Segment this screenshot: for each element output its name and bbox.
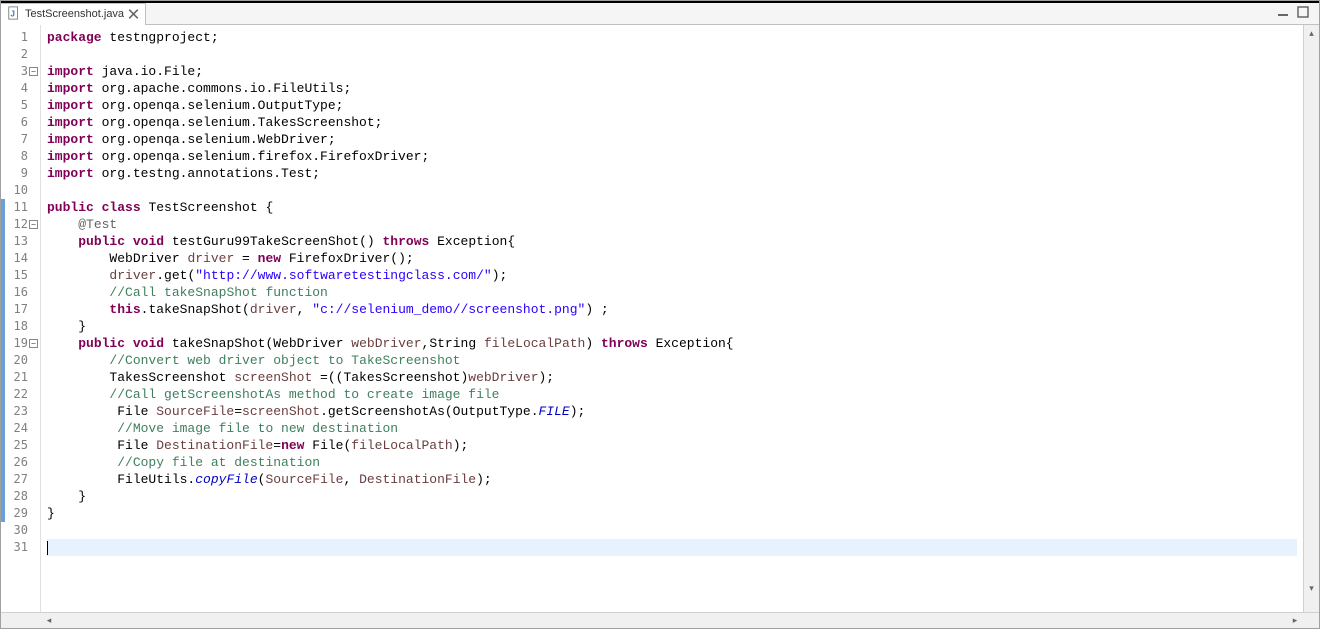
scroll-left-icon[interactable]: ◂ bbox=[41, 613, 57, 629]
code-line[interactable]: //Move image file to new destination bbox=[47, 420, 1297, 437]
code-line[interactable]: import java.io.File; bbox=[47, 63, 1297, 80]
line-number: 19− bbox=[1, 335, 38, 352]
code-line[interactable] bbox=[47, 182, 1297, 199]
horizontal-scrollbar[interactable]: ◂ ▸ bbox=[1, 612, 1319, 628]
code-line[interactable]: import org.openqa.selenium.firefox.Firef… bbox=[47, 148, 1297, 165]
code-line[interactable]: package testngproject; bbox=[47, 29, 1297, 46]
code-line[interactable]: @Test bbox=[47, 216, 1297, 233]
line-number: 30 bbox=[1, 522, 38, 539]
line-number: 9 bbox=[1, 165, 38, 182]
line-number: 15 bbox=[1, 267, 38, 284]
code-line[interactable]: //Call getScreenshotAs method to create … bbox=[47, 386, 1297, 403]
code-line[interactable]: } bbox=[47, 505, 1297, 522]
line-number: 7 bbox=[1, 131, 38, 148]
code-line[interactable] bbox=[47, 539, 1297, 556]
text-cursor bbox=[47, 541, 48, 555]
editor-body: 123−456789101112−13141516171819−20212223… bbox=[1, 25, 1319, 612]
code-line[interactable]: WebDriver driver = new FirefoxDriver(); bbox=[47, 250, 1297, 267]
line-number: 27 bbox=[1, 471, 38, 488]
line-number: 20 bbox=[1, 352, 38, 369]
code-line[interactable]: public void takeSnapShot(WebDriver webDr… bbox=[47, 335, 1297, 352]
code-line[interactable]: public class TestScreenshot { bbox=[47, 199, 1297, 216]
code-line[interactable]: public void testGuru99TakeScreenShot() t… bbox=[47, 233, 1297, 250]
line-number: 21 bbox=[1, 369, 38, 386]
line-number: 17 bbox=[1, 301, 38, 318]
scroll-right-icon[interactable]: ▸ bbox=[1287, 613, 1303, 629]
editor-tab[interactable]: J TestScreenshot.java bbox=[1, 3, 146, 25]
code-line[interactable]: this.takeSnapShot(driver, "c://selenium_… bbox=[47, 301, 1297, 318]
line-number: 24 bbox=[1, 420, 38, 437]
line-number: 4 bbox=[1, 80, 38, 97]
code-line[interactable]: import org.testng.annotations.Test; bbox=[47, 165, 1297, 182]
tab-label: TestScreenshot.java bbox=[25, 8, 124, 20]
scroll-up-icon[interactable]: ▴ bbox=[1304, 25, 1319, 41]
line-number: 29 bbox=[1, 505, 38, 522]
close-icon[interactable] bbox=[128, 9, 139, 20]
line-number: 13 bbox=[1, 233, 38, 250]
code-line[interactable]: //Call takeSnapShot function bbox=[47, 284, 1297, 301]
code-line[interactable]: FileUtils.copyFile(SourceFile, Destinati… bbox=[47, 471, 1297, 488]
code-line[interactable]: import org.apache.commons.io.FileUtils; bbox=[47, 80, 1297, 97]
code-line[interactable]: import org.openqa.selenium.OutputType; bbox=[47, 97, 1297, 114]
line-number: 10 bbox=[1, 182, 38, 199]
line-number: 23 bbox=[1, 403, 38, 420]
tab-bar: J TestScreenshot.java bbox=[1, 3, 1319, 25]
line-number: 16 bbox=[1, 284, 38, 301]
line-number: 6 bbox=[1, 114, 38, 131]
code-line[interactable]: } bbox=[47, 488, 1297, 505]
fold-toggle-icon[interactable]: − bbox=[29, 339, 38, 348]
code-line[interactable]: TakesScreenshot screenShot =((TakesScree… bbox=[47, 369, 1297, 386]
line-number: 22 bbox=[1, 386, 38, 403]
maximize-icon[interactable] bbox=[1297, 6, 1309, 21]
code-line[interactable]: } bbox=[47, 318, 1297, 335]
svg-text:J: J bbox=[11, 9, 15, 18]
line-number-gutter[interactable]: 123−456789101112−13141516171819−20212223… bbox=[1, 25, 41, 612]
line-number: 28 bbox=[1, 488, 38, 505]
code-line[interactable]: File DestinationFile=new File(fileLocalP… bbox=[47, 437, 1297, 454]
line-number: 5 bbox=[1, 97, 38, 114]
fold-toggle-icon[interactable]: − bbox=[29, 67, 38, 76]
code-line[interactable]: driver.get("http://www.softwaretestingcl… bbox=[47, 267, 1297, 284]
code-line[interactable]: //Convert web driver object to TakeScree… bbox=[47, 352, 1297, 369]
line-number: 3− bbox=[1, 63, 38, 80]
code-area[interactable]: package testngproject; import java.io.Fil… bbox=[41, 25, 1303, 612]
line-number: 11 bbox=[1, 199, 38, 216]
vertical-scrollbar[interactable]: ▴ ▾ bbox=[1303, 25, 1319, 612]
line-number: 8 bbox=[1, 148, 38, 165]
line-number: 25 bbox=[1, 437, 38, 454]
code-line[interactable]: import org.openqa.selenium.WebDriver; bbox=[47, 131, 1297, 148]
code-line[interactable]: File SourceFile=screenShot.getScreenshot… bbox=[47, 403, 1297, 420]
line-number: 14 bbox=[1, 250, 38, 267]
scroll-down-icon[interactable]: ▾ bbox=[1304, 580, 1319, 596]
minimize-icon[interactable] bbox=[1277, 6, 1289, 21]
code-line[interactable]: //Copy file at destination bbox=[47, 454, 1297, 471]
line-number: 31 bbox=[1, 539, 38, 556]
line-number: 12− bbox=[1, 216, 38, 233]
line-number: 18 bbox=[1, 318, 38, 335]
line-number: 1 bbox=[1, 29, 38, 46]
code-line[interactable] bbox=[47, 46, 1297, 63]
line-number: 26 bbox=[1, 454, 38, 471]
fold-toggle-icon[interactable]: − bbox=[29, 220, 38, 229]
editor-frame: J TestScreenshot.java 123−456789101112−1… bbox=[0, 0, 1320, 629]
java-file-icon: J bbox=[7, 6, 21, 23]
code-line[interactable]: import org.openqa.selenium.TakesScreensh… bbox=[47, 114, 1297, 131]
code-line[interactable] bbox=[47, 522, 1297, 539]
line-number: 2 bbox=[1, 46, 38, 63]
